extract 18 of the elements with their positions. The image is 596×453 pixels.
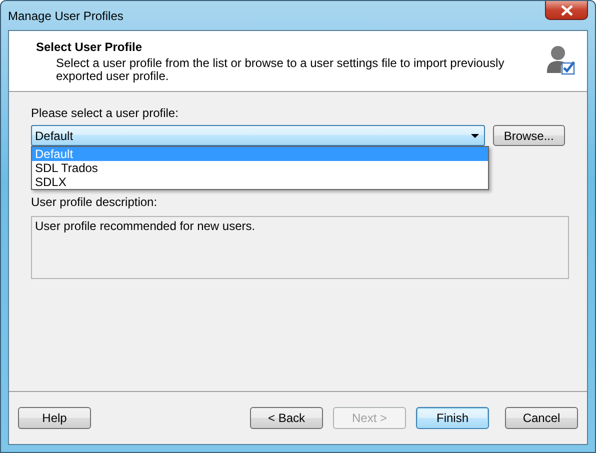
window-title: Manage User Profiles [8,9,124,23]
close-button[interactable] [545,1,588,20]
page-title: Select User Profile [36,40,144,54]
user-check-icon [547,45,575,75]
browse-button[interactable]: Browse... [492,125,565,146]
field-label: Please select a user profile: [31,106,180,120]
caret-icon [470,134,479,138]
help-button[interactable]: Help [18,407,91,429]
dropdown-option[interactable]: SDL Trados [32,161,488,175]
dropdown-option[interactable]: SDLX [32,175,488,189]
profile-dropdown[interactable]: Default [31,125,485,146]
cancel-button[interactable]: Cancel [505,407,578,429]
close-icon [560,4,574,16]
description-box: User profile recommended for new users. [31,216,569,279]
wizard-button[interactable]: Finish [416,407,489,429]
page-description: Select a user profile from the list or browse to a user settings file to import previously exported user profile. [56,57,506,83]
wizard-button[interactable]: < Back [250,407,323,429]
field-label: User profile description: [31,195,158,209]
